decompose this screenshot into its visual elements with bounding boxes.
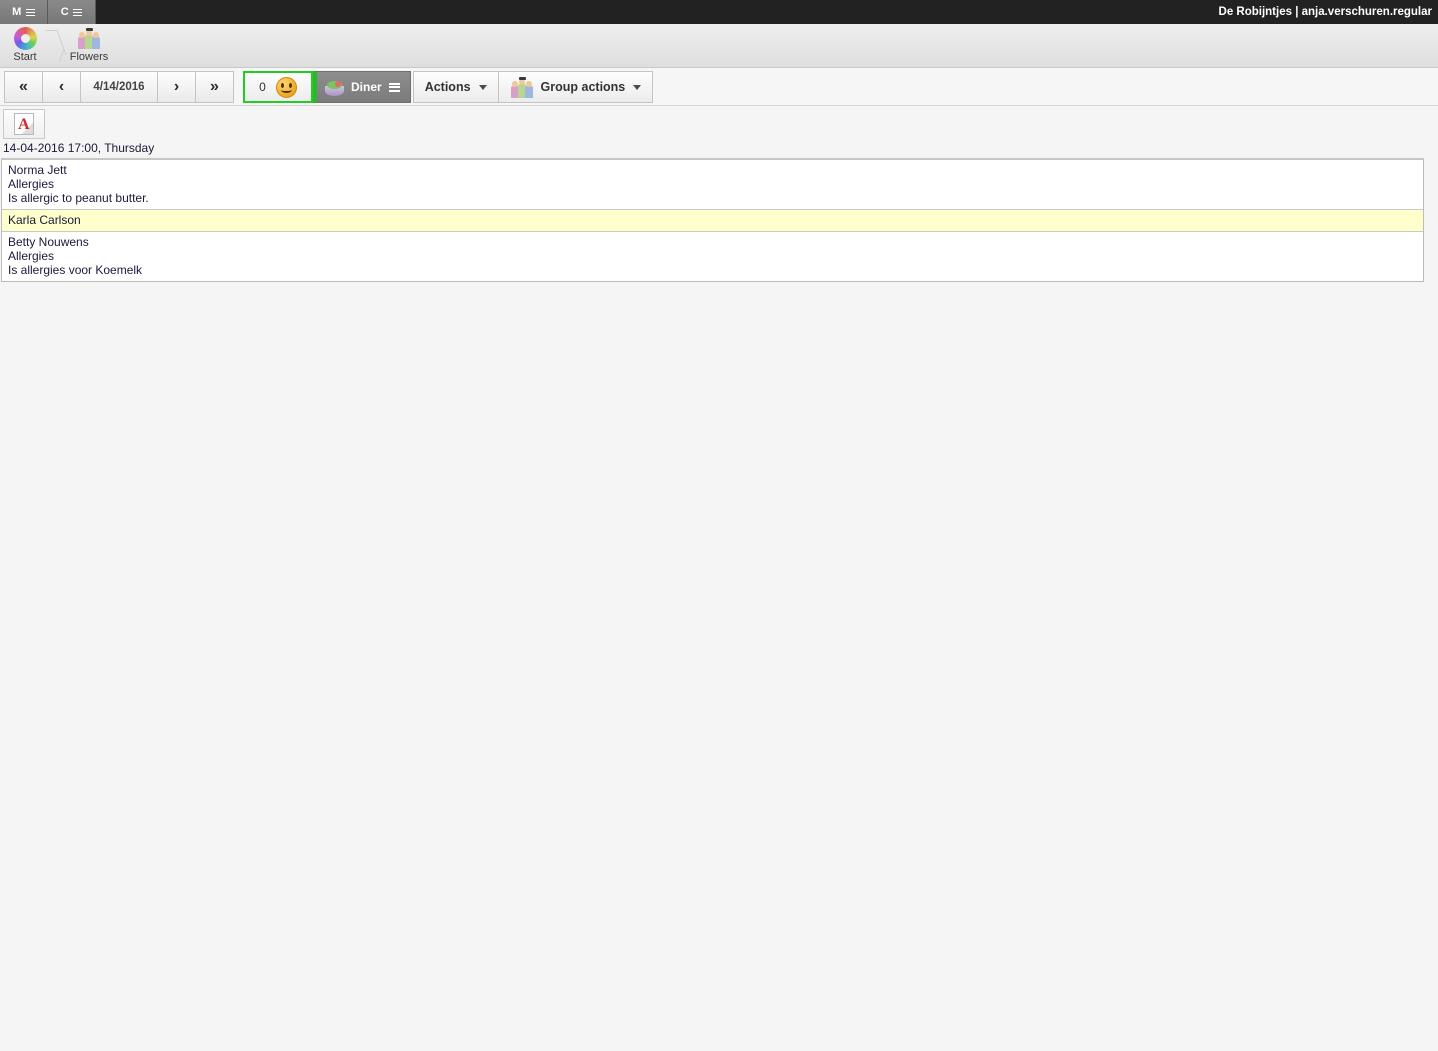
date-value: 4/14/2016 [93,81,145,93]
list-item[interactable]: Norma Jett Allergies Is allergic to pean… [2,160,1423,210]
group-actions-menu-button[interactable]: Group actions [497,71,654,103]
list-item[interactable]: Betty Nouwens Allergies Is allergies voo… [2,232,1423,281]
caret-down-icon [478,84,487,90]
food-bowl-icon [325,79,344,96]
tab-m-label: M [12,6,22,18]
list-item-detail: Is allergies voor Koemelk [8,263,143,277]
actions-menu-button[interactable]: Actions [412,71,499,103]
pdf-file-icon: A [14,113,34,135]
people-group-icon [510,76,534,99]
list-item-name: Karla Carlson [8,213,81,227]
previous-page-button[interactable]: ‹ [42,71,81,103]
list-item-category: Allergies [8,249,55,263]
people-group-icon [77,27,101,50]
smiley-face-icon [275,76,297,98]
caret-down-icon [633,84,642,90]
date-stamp: 14-04-2016 17:00, Thursday [3,141,155,155]
list-item-detail: Is allergic to peanut butter. [8,191,149,205]
pdf-glyph: A [18,116,30,133]
hamburger-icon [388,82,400,92]
diner-button-label: Diner [351,80,382,94]
tab-m[interactable]: M [0,0,48,24]
list-item[interactable]: Karla Carlson [2,210,1423,232]
toolbar: « ‹ 4/14/2016 › » 0 Diner Actions Group … [0,68,1438,106]
allergy-list: Norma Jett Allergies Is allergic to pean… [1,158,1424,282]
next-page-button[interactable]: › [157,71,196,103]
app-title: De Robijntjes | anja.verschuren.regular [1218,6,1432,18]
top-bar: M C De Robijntjes | anja.verschuren.regu… [0,0,1438,24]
chevron-right-icon: › [173,78,180,95]
group-actions-menu-label: Group actions [540,80,626,94]
actions-menu-label: Actions [424,80,471,94]
tab-c[interactable]: C [48,0,96,24]
list-item-category: Allergies [8,177,55,191]
breadcrumb-item-start-label: Start [13,51,37,63]
list-item-name: Betty Nouwens [8,235,89,249]
date-field[interactable]: 4/14/2016 [80,71,158,103]
last-page-button[interactable]: » [195,71,234,103]
export-bar: A [0,106,1438,139]
export-pdf-button[interactable]: A [3,109,45,139]
double-chevron-left-icon: « [19,78,28,95]
tab-c-label: C [60,6,70,18]
color-ring-icon [13,27,37,50]
diner-button[interactable]: Diner [313,71,411,103]
double-chevron-right-icon: » [210,78,219,95]
breadcrumb: Start Flowers [0,24,1438,68]
counter-value: 0 [259,80,266,94]
breadcrumb-item-flowers-label: Flowers [69,51,109,63]
breadcrumb-item-flowers[interactable]: Flowers [66,24,112,68]
counter-badge[interactable]: 0 [243,71,313,103]
hamburger-icon [25,8,35,16]
chevron-left-icon: ‹ [58,78,65,95]
list-item-name: Norma Jett [8,163,67,177]
breadcrumb-item-start[interactable]: Start [2,24,48,68]
breadcrumb-separator [48,24,66,68]
hamburger-icon [73,8,83,16]
first-page-button[interactable]: « [4,71,43,103]
